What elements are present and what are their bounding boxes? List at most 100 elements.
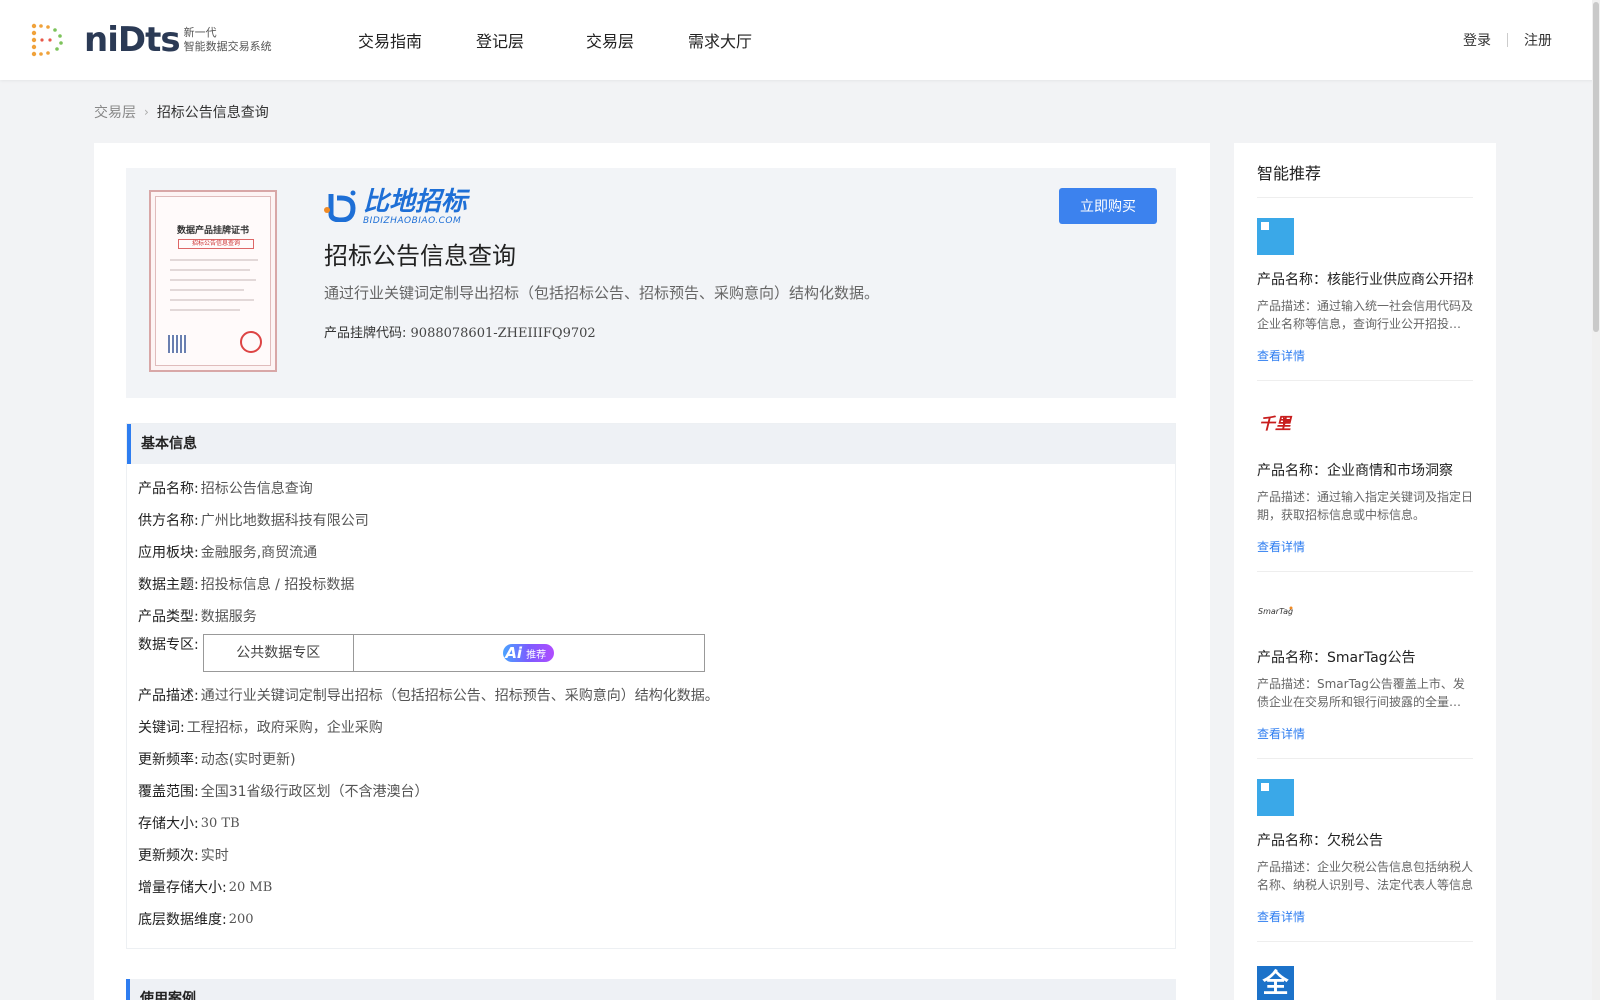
view-details-link[interactable]: 查看详情 (1257, 725, 1305, 742)
info-row-update-times: 更新频次: 实时 (138, 839, 1175, 871)
smart-recommend-sidebar: 智能推荐 产品名称：核能行业供应商公开招标 产品描述：通过输入统一社会信用代码及… (1234, 143, 1496, 1000)
svg-text:SmarTag: SmarTag (1258, 607, 1293, 616)
svg-text:千里: 千里 (1259, 414, 1293, 433)
info-row-update-frequency: 更新频率: 动态(实时更新) (138, 743, 1175, 775)
site-logo[interactable]: niDts 新一代 智能数据交易系统 (28, 18, 272, 62)
certificate-image[interactable]: 数据产品挂牌证书 招标公告信息查询 (149, 190, 277, 372)
basic-info-heading: 基本信息 (127, 424, 1175, 464)
certificate-title: 数据产品挂牌证书 (176, 226, 249, 236)
product-detail-panel: 数据产品挂牌证书 招标公告信息查询 比地招标 BIDIZHAOBIAO.COM … (94, 143, 1210, 1000)
certificate-line (170, 279, 256, 281)
nav-trading-layer[interactable]: 交易层 (586, 28, 634, 52)
register-link[interactable]: 注册 (1524, 30, 1552, 50)
nav-registration-layer[interactable]: 登记层 (476, 28, 524, 52)
certificate-line (170, 259, 258, 261)
page-scrollbar[interactable] (1592, 0, 1600, 1000)
recommend-item[interactable]: 全 (1257, 966, 1473, 1000)
info-row-incremental-size: 增量存储大小: 20 MB (138, 871, 1175, 903)
info-row-supplier: 供方名称: 广州比地数据科技有限公司 (138, 504, 1175, 536)
recommend-divider (1257, 758, 1473, 759)
qr-code-icon (168, 335, 186, 353)
info-value: 通过行业关键词定制导出招标（包括招标公告、招标预告、采购意向）结构化数据。 (200, 688, 719, 704)
breadcrumb-current: 招标公告信息查询 (156, 105, 269, 121)
certificate-line (170, 269, 250, 271)
recommend-item[interactable]: 千里 产品名称：企业商情和市场洞察 产品描述：通过输入指定关键词及指定日期，获取… (1257, 405, 1473, 572)
info-row-storage-size: 存储大小: 30 TB (138, 807, 1175, 839)
data-zone-table: 公共数据专区 Ai 推荐 (202, 634, 705, 672)
smartag-logo-icon: SmarTag (1258, 606, 1293, 616)
listing-code: 产品挂牌代码: 9088078601-ZHEIIIFQ9702 (324, 322, 596, 341)
info-row-description: 产品描述: 通过行业关键词定制导出招标（包括招标公告、招标预告、采购意向）结构化数… (138, 679, 1175, 711)
info-row-topic: 数据主题: 招投标信息 / 招投标数据 (138, 568, 1175, 600)
info-label: 数据专区: (138, 637, 199, 653)
scrollbar-thumb[interactable] (1593, 2, 1599, 332)
info-label: 更新频率: (138, 752, 199, 768)
info-row-data-zone: 数据专区: 公共数据专区 Ai 推荐 (138, 632, 1175, 679)
info-label: 数据主题: (138, 577, 199, 593)
sidebar-title: 智能推荐 (1257, 164, 1322, 183)
top-navbar: niDts 新一代 智能数据交易系统 交易指南 登记层 交易层 需求大厅 登录 … (0, 0, 1600, 80)
info-label: 覆盖范围: (138, 784, 199, 800)
info-label: 底层数据维度: (138, 912, 227, 928)
nav-demand-hall[interactable]: 需求大厅 (688, 28, 752, 52)
info-value: 广州比地数据科技有限公司 (200, 513, 369, 529)
use-cases-heading: 使用案例 (126, 979, 1176, 1000)
info-label: 存储大小: (138, 816, 199, 832)
certificate-line (170, 309, 240, 311)
brand-name-en: BIDIZHAOBIAO.COM (363, 216, 462, 226)
info-row-keywords: 关键词: 工程招标，政府采购，企业采购 (138, 711, 1175, 743)
quan-logo-icon: 全 (1257, 966, 1294, 1000)
info-value: 数据服务 (200, 609, 257, 625)
recommend-item[interactable]: SmarTag 产品名称：SmarTag公告 产品描述：SmarTag公告覆盖上… (1257, 592, 1473, 759)
auth-divider (1507, 33, 1508, 47)
info-row-sector: 应用板块: 金融服务,商贸流通 (138, 536, 1175, 568)
info-label: 应用板块: (138, 545, 199, 561)
buy-now-button[interactable]: 立即购买 (1059, 188, 1157, 224)
info-label: 产品描述: (138, 688, 199, 704)
listing-code-value: 9088078601-ZHEIIIFQ9702 (410, 326, 596, 341)
dots-logo-icon (31, 23, 63, 57)
recommend-item-name: 产品名称：欠税公告 (1257, 833, 1383, 849)
recommend-item-name: 产品名称：核能行业供应商公开招标 (1257, 272, 1473, 288)
product-hero: 数据产品挂牌证书 招标公告信息查询 比地招标 BIDIZHAOBIAO.COM … (126, 168, 1176, 398)
ai-recommend-text: 推荐 (526, 649, 547, 661)
view-details-link[interactable]: 查看详情 (1257, 908, 1305, 925)
recommend-item-desc: 产品描述：企业欠税公告信息包括纳税人名称、纳税人识别号、法定代表人等信息 (1257, 860, 1473, 892)
listing-code-label: 产品挂牌代码: (324, 326, 407, 341)
info-label: 增量存储大小: (138, 880, 227, 896)
data-zone-cell: 公共数据专区 (204, 635, 354, 671)
brand-name-cn: 比地招标 (363, 187, 468, 217)
view-details-link[interactable]: 查看详情 (1257, 347, 1305, 364)
recommend-divider (1257, 941, 1473, 942)
login-link[interactable]: 登录 (1463, 30, 1491, 50)
breadcrumb-parent[interactable]: 交易层 (94, 102, 136, 122)
recommend-item[interactable]: 产品名称：核能行业供应商公开招标 产品描述：通过输入统一社会信用代码及企业名称等… (1257, 218, 1473, 381)
info-value: 200 (228, 911, 254, 927)
info-label: 关键词: (138, 720, 185, 736)
info-value: 20 MB (228, 879, 273, 895)
info-value: 实时 (200, 848, 229, 864)
info-value: 动态(实时更新) (200, 752, 296, 768)
auth-links: 登录 注册 (1463, 30, 1552, 50)
info-value: 金融服务,商贸流通 (200, 545, 318, 561)
nav-trade-guide[interactable]: 交易指南 (358, 28, 422, 52)
info-value: 招标公告信息查询 (200, 481, 313, 497)
info-row-coverage: 覆盖范围: 全国31省级行政区划（不含港澳台） (138, 775, 1175, 807)
info-label: 供方名称: (138, 513, 199, 529)
view-details-link[interactable]: 查看详情 (1257, 538, 1305, 555)
recommend-item-name: 产品名称：企业商情和市场洞察 (1257, 463, 1453, 479)
info-label: 更新频次: (138, 848, 199, 864)
certificate-subtitle: 招标公告信息查询 (178, 239, 254, 249)
breadcrumb: 交易层 › 招标公告信息查询 (94, 102, 269, 122)
bidi-logo-icon (324, 190, 356, 222)
info-row-product-name: 产品名称: 招标公告信息查询 (138, 472, 1175, 504)
ai-icon: Ai (505, 644, 523, 662)
ai-recommend-cell: Ai 推荐 (354, 635, 704, 671)
chevron-right-icon: › (144, 105, 149, 119)
recommend-item-desc: 产品描述：通过输入统一社会信用代码及企业名称等信息，查询行业公开招投标信息 (1257, 299, 1473, 331)
ai-recommend-badge[interactable]: Ai 推荐 (503, 644, 555, 662)
seal-icon (240, 331, 262, 353)
blue-square-icon (1257, 218, 1294, 255)
recommend-item[interactable]: 产品名称：欠税公告 产品描述：企业欠税公告信息包括纳税人名称、纳税人识别号、法定… (1257, 779, 1473, 942)
logo-tagline-line1: 新一代 (183, 26, 217, 39)
